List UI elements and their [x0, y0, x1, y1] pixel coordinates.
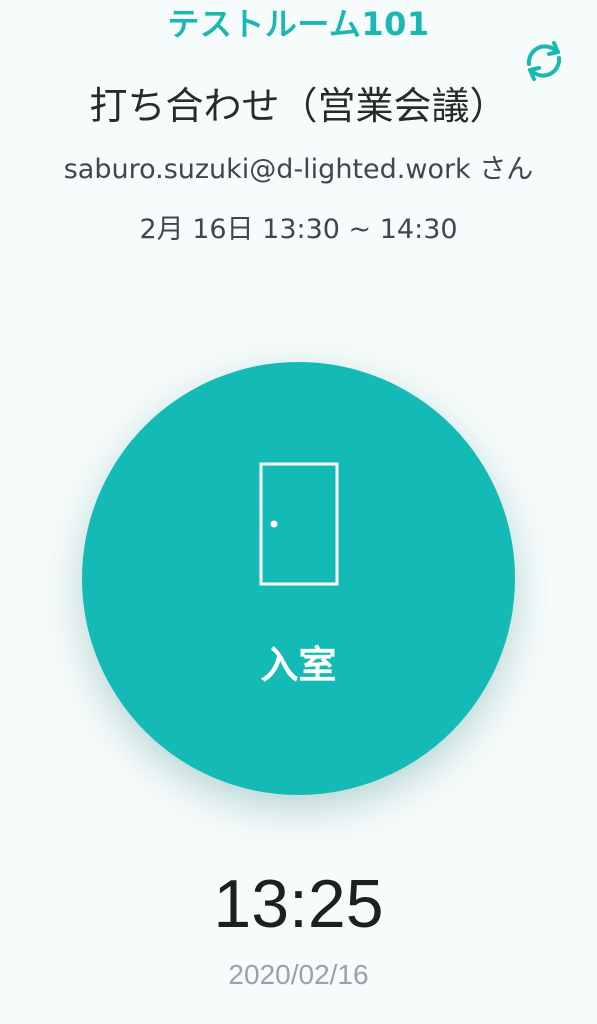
door-icon: [259, 462, 339, 586]
meeting-schedule: 2月 16日 13:30 ~ 14:30: [139, 214, 458, 245]
room-screen: テストルーム101 打ち合わせ（営業会議） saburo.suzuki@d-li…: [0, 0, 597, 1024]
meeting-title: 打ち合わせ（営業会議）: [89, 84, 508, 128]
user-email: saburo.suzuki@d-lighted.work さん: [63, 154, 534, 185]
enter-room-label: 入室: [260, 643, 337, 687]
room-name: テストルーム101: [167, 5, 430, 43]
enter-room-button[interactable]: 入室: [82, 362, 515, 795]
clock-date: 2020/02/16: [228, 959, 369, 990]
clock-time: 13:25: [213, 866, 384, 942]
